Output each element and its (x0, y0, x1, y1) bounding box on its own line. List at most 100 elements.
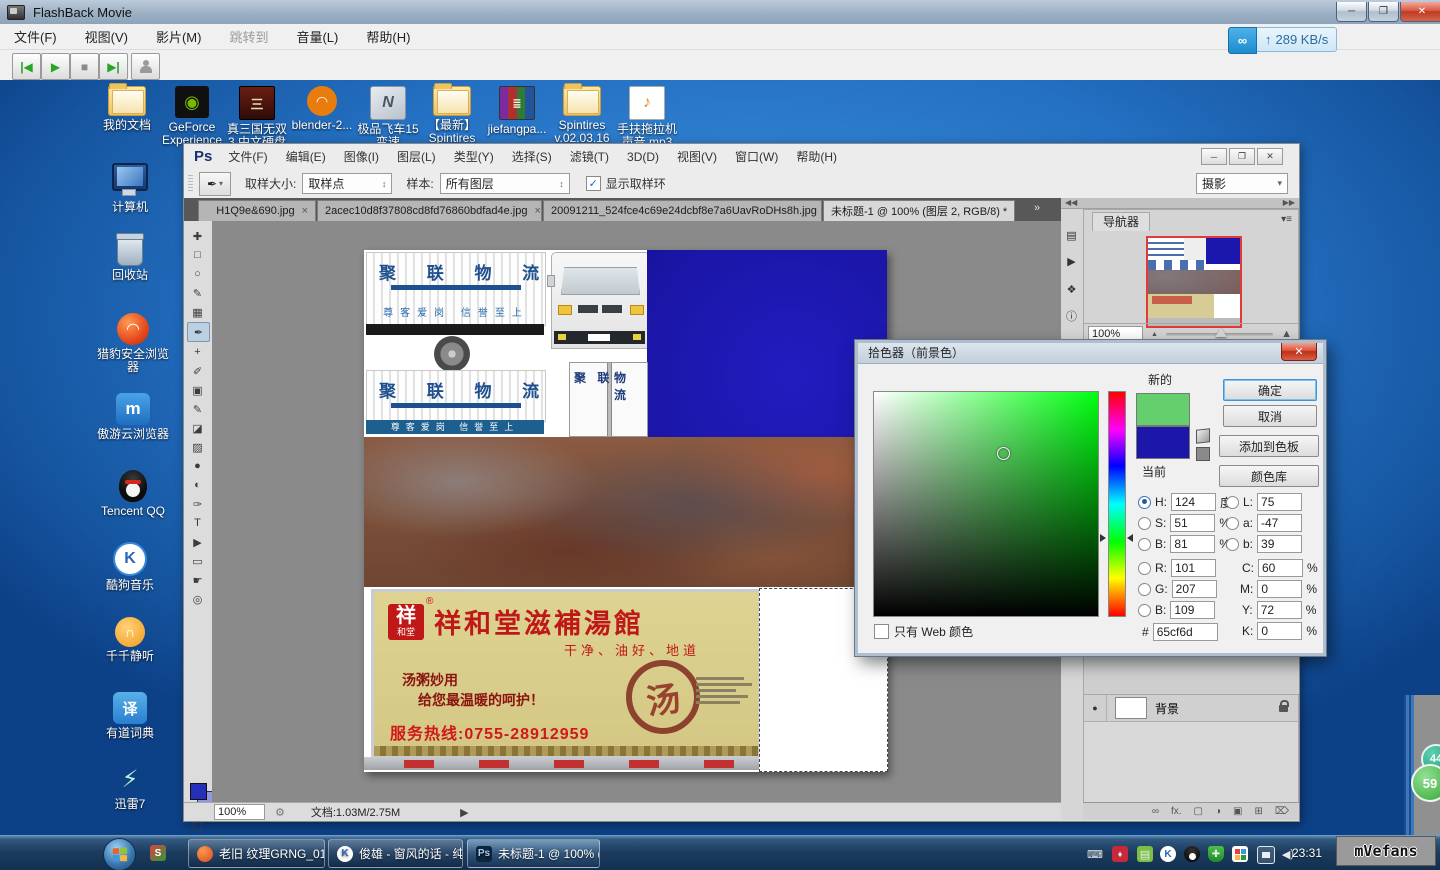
tab-doc2[interactable]: 2acec10d8f37808cd8fd76860bdfad4e.jpg× (317, 200, 542, 221)
ps-menu-file[interactable]: 文件(F) (228, 148, 267, 165)
clone-source-panel-icon[interactable]: ❖ (1063, 281, 1080, 298)
r-input[interactable]: 101 (1171, 559, 1216, 577)
qq-tray-icon[interactable] (1184, 846, 1200, 862)
desktop-icon-geforce[interactable]: ◉ GeForce Experience (159, 86, 225, 147)
stop-button[interactable]: ■ (70, 53, 99, 80)
desktop-icon-kugou[interactable]: K 酷狗音乐 (97, 542, 163, 592)
l-radio[interactable] (1226, 496, 1239, 509)
desktop-icon-computer[interactable]: 计算机 (97, 163, 163, 214)
tray-clock[interactable]: 23:31 (1292, 846, 1322, 860)
desktop-icon-nfs15[interactable]: N 极品飞车15 变速 (355, 86, 421, 149)
ps-minimize-button[interactable]: ─ (1201, 148, 1227, 165)
move-tool[interactable]: ✚ (187, 227, 208, 245)
maximize-button[interactable]: ❐ (1368, 2, 1399, 22)
lasso-tool[interactable]: ○ (187, 265, 208, 283)
gamut-warning-icon[interactable] (1196, 428, 1210, 443)
ps-close-button[interactable]: ✕ (1257, 148, 1283, 165)
history-brush-tool[interactable]: ✎ (187, 400, 208, 418)
pen-tool[interactable]: ✑ (187, 495, 208, 513)
info-panel-icon[interactable]: ⓘ (1063, 307, 1080, 324)
ok-button[interactable]: 确定 (1223, 379, 1317, 401)
skip-end-button[interactable]: ▶| (99, 53, 128, 80)
layer-group-icon[interactable]: ▣ (1233, 806, 1242, 817)
blur-tool[interactable]: ● (187, 457, 208, 475)
s-input[interactable]: 51 (1170, 514, 1215, 532)
ps-menu-view[interactable]: 视图(V) (677, 148, 717, 165)
ps-menu-window[interactable]: 窗口(W) (735, 148, 778, 165)
web-only-checkbox[interactable] (874, 624, 889, 639)
navigator-thumbnail[interactable] (1146, 236, 1242, 328)
ps-menu-type[interactable]: 类型(Y) (454, 148, 494, 165)
b2-input[interactable]: 109 (1170, 601, 1215, 619)
color-field-marker[interactable] (997, 447, 1010, 460)
a-input[interactable]: -47 (1257, 514, 1302, 532)
desktop-icon-spintires-new[interactable]: 【最新】 Spintires (419, 86, 485, 145)
path-select-tool[interactable]: ▶ (187, 533, 208, 551)
eyedropper-tool[interactable]: ✒ (187, 322, 210, 342)
navigator-tab[interactable]: 导航器 (1092, 212, 1150, 231)
menu-volume[interactable]: 音量(L) (296, 27, 338, 46)
active-tool-box[interactable]: ✒ ▾ (199, 172, 231, 196)
dialog-close-button[interactable]: ✕ (1281, 343, 1317, 361)
foreground-color-swatch[interactable] (190, 783, 207, 800)
desktop-icon-jiefangpa[interactable]: ≣ jiefangpa... (484, 86, 550, 136)
a-radio[interactable] (1226, 517, 1239, 530)
desktop-icon-cheetah-browser[interactable]: ◠ 猎豹安全浏览器 (97, 313, 169, 374)
ps-menu-help[interactable]: 帮助(H) (796, 148, 837, 165)
app-grid-icon[interactable] (1232, 846, 1248, 862)
s-radio[interactable] (1138, 517, 1151, 530)
layer-style-icon[interactable]: fx. (1171, 806, 1182, 817)
security-icon[interactable]: ♦ (1112, 846, 1128, 862)
marquee-tool[interactable]: □ (187, 246, 208, 264)
ps-menu-3d[interactable]: 3D(D) (627, 150, 659, 164)
sample-dropdown[interactable]: 所有图层↕ (440, 173, 570, 194)
web-color-icon[interactable] (1196, 447, 1210, 461)
h-radio[interactable] (1138, 496, 1151, 509)
desktop-icon-spintires[interactable]: Spintires v.02.03.16 (549, 86, 615, 145)
actions-panel-icon[interactable]: ▶ (1063, 253, 1080, 270)
tab-doc4-active[interactable]: 未标题-1 @ 100% (图层 2, RGB/8) *× (823, 200, 1015, 221)
tab-doc3[interactable]: 20091211_524fce4c69e24dcbf8e7a6UavRoDHs8… (543, 200, 822, 221)
add-to-swatches-button[interactable]: 添加到色板 (1219, 435, 1319, 457)
taskbar-button-photoshop[interactable]: Ps 未标题-1 @ 100% (... (467, 839, 600, 868)
desktop-icon-xunlei[interactable]: ⚡ 迅雷7 (97, 763, 163, 811)
workspace-dropdown[interactable]: 摄影▾ (1196, 173, 1288, 194)
desktop-icon-tractor-sound[interactable]: ♪ 手扶拖拉机 声音.mp3 (614, 86, 680, 149)
menu-view[interactable]: 视图(V) (85, 27, 128, 46)
minimize-button[interactable]: ─ (1336, 2, 1367, 22)
eraser-tool[interactable]: ◪ (187, 419, 208, 437)
current-color-swatch[interactable] (1136, 426, 1190, 459)
status-zoom-field[interactable]: 100% (214, 804, 265, 820)
quick-select-tool[interactable]: ✎ (187, 284, 208, 302)
pinned-app-icon[interactable]: S (150, 845, 166, 861)
tab-close-icon[interactable]: × (302, 205, 308, 217)
color-libraries-button[interactable]: 颜色库 (1219, 465, 1319, 487)
link-layers-icon[interactable]: ∞ (1152, 806, 1159, 817)
ps-menu-layer[interactable]: 图层(L) (397, 148, 436, 165)
m-input[interactable]: 0 (1257, 580, 1302, 598)
b-radio[interactable] (1138, 538, 1151, 551)
menu-file[interactable]: 文件(F) (14, 27, 57, 46)
desktop-icon-blender[interactable]: ◠ blender-2... (289, 86, 355, 132)
color-field[interactable] (873, 391, 1099, 617)
brush-tool[interactable]: ✐ (187, 362, 208, 380)
tab-doc1[interactable]: H1Q9e&690.jpg× (198, 200, 316, 221)
skip-start-button[interactable]: |◀ (12, 53, 41, 80)
zoom-in-icon[interactable]: ▲ (1281, 328, 1292, 340)
options-grip[interactable] (188, 175, 193, 193)
crop-tool[interactable]: ▦ (187, 303, 208, 321)
tab-close-icon[interactable]: × (1014, 205, 1015, 217)
cancel-button[interactable]: 取消 (1223, 405, 1317, 427)
hue-slider[interactable] (1108, 391, 1126, 617)
y-input[interactable]: 72 (1257, 601, 1302, 619)
desktop-icon-maxthon[interactable]: m 傲游云浏览器 (97, 393, 169, 441)
panel-collapse-bar[interactable]: ◀◀▶▶ (1061, 198, 1299, 209)
adjustment-layer-icon[interactable]: ◑ (1215, 806, 1221, 817)
hand-tool[interactable]: ☛ (187, 571, 208, 589)
shape-tool[interactable]: ▭ (187, 552, 208, 570)
kugou-tray-icon[interactable]: K (1160, 846, 1176, 862)
shield-icon[interactable]: ✚ (1208, 846, 1224, 862)
ps-menu-image[interactable]: 图像(I) (344, 148, 379, 165)
desktop-icon-ttplayer[interactable]: ∩ 千千静听 (97, 617, 163, 663)
h-input[interactable]: 124 (1171, 493, 1216, 511)
